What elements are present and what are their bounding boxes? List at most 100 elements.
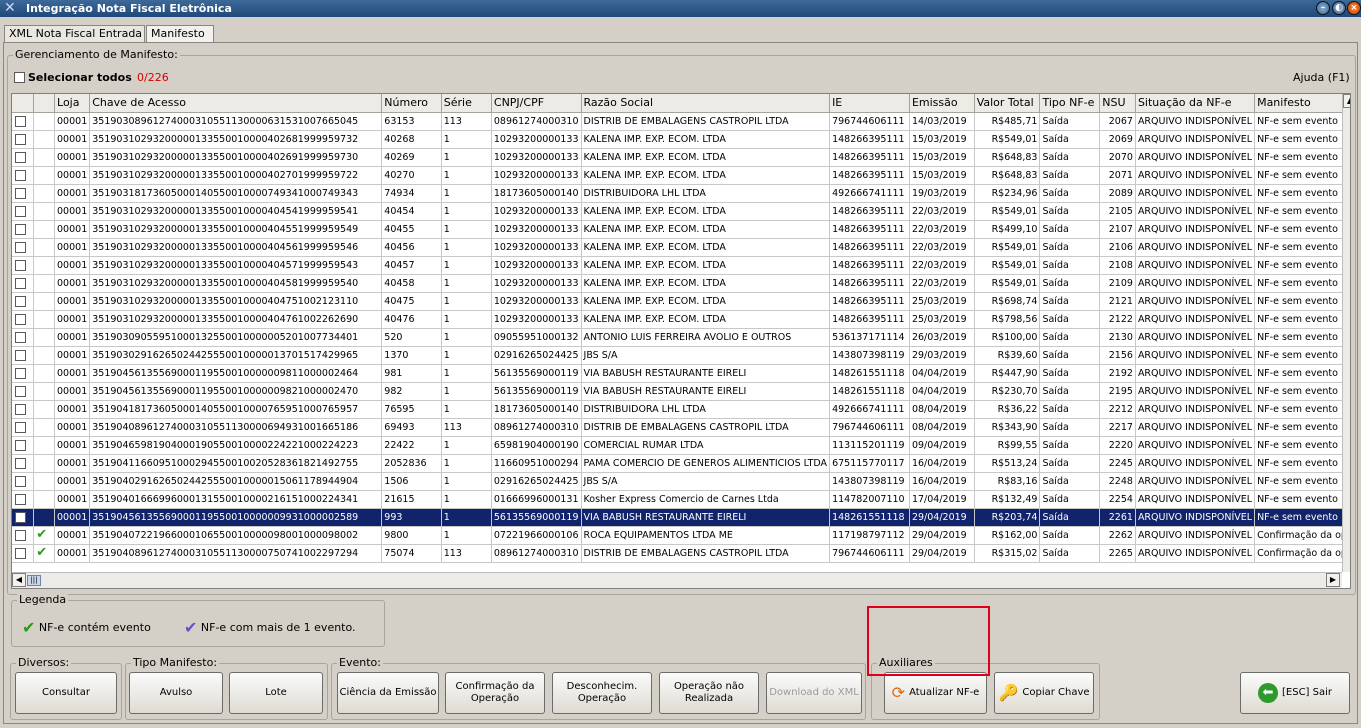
tab-xml-nota-fiscal-entrada[interactable]: XML Nota Fiscal Entrada — [4, 25, 145, 42]
column-header-5[interactable]: Série — [441, 94, 492, 113]
row-checkbox[interactable] — [15, 439, 26, 451]
row-checkbox[interactable] — [15, 385, 26, 397]
row-checkbox[interactable] — [15, 151, 26, 163]
horizontal-scrollbar[interactable]: ◀ ||| ▶ — [12, 572, 1342, 588]
scroll-right-icon[interactable]: ▶ — [1326, 573, 1340, 587]
ciencia-emissao-button[interactable]: Ciência da Emissão — [337, 672, 439, 714]
column-header-4[interactable]: Número — [381, 94, 442, 113]
row-checkbox-cell[interactable] — [12, 418, 35, 437]
row-checkbox-cell[interactable] — [12, 544, 35, 563]
table-row[interactable]: 00001 35190310293200000133550010000402691… — [12, 148, 1350, 167]
row-checkbox-cell[interactable] — [12, 328, 35, 347]
download-xml-button[interactable]: Download do XML — [766, 672, 862, 714]
select-all-box[interactable] — [14, 72, 25, 83]
table-row[interactable]: 00001 35190309055951000132550010000005201… — [12, 328, 1350, 347]
row-checkbox-cell[interactable] — [12, 454, 35, 473]
column-header-13[interactable]: Situação da NF-e — [1135, 94, 1256, 113]
row-checkbox-cell[interactable] — [12, 364, 35, 383]
minimize-button[interactable]: – — [1316, 1, 1330, 15]
table-row[interactable]: 00001 35190310293200000133550010000404551… — [12, 220, 1350, 239]
row-checkbox[interactable] — [15, 115, 26, 127]
column-header-0[interactable] — [12, 94, 35, 113]
table-row[interactable]: 00001 35190408961274000310551130000694931… — [12, 418, 1350, 437]
row-checkbox-cell[interactable] — [12, 436, 35, 455]
scroll-left-icon[interactable]: ◀ — [12, 573, 26, 587]
row-checkbox[interactable] — [15, 169, 26, 181]
table-row[interactable]: 00001 35190401666996000131550010000216151… — [12, 490, 1350, 509]
row-checkbox[interactable] — [15, 187, 26, 199]
row-checkbox[interactable] — [15, 277, 26, 289]
column-header-6[interactable]: CNPJ/CPF — [491, 94, 582, 113]
close-button[interactable]: × — [1347, 1, 1361, 15]
column-header-8[interactable]: IE — [829, 94, 910, 113]
column-header-1[interactable] — [33, 94, 56, 113]
vertical-scrollbar[interactable]: ▲ — [1342, 94, 1350, 572]
table-row[interactable]: 00001 35190310293200000133550010000404541… — [12, 202, 1350, 221]
sair-button[interactable]: ⬅ [ESC] Sair — [1240, 672, 1350, 714]
atualizar-nfe-button[interactable]: ⟳ Atualizar NF-e — [884, 672, 987, 714]
row-checkbox-cell[interactable] — [12, 346, 35, 365]
row-checkbox-cell[interactable] — [12, 256, 35, 275]
row-checkbox-cell[interactable] — [12, 400, 35, 419]
row-checkbox-cell[interactable] — [12, 310, 35, 329]
column-header-9[interactable]: Emissão — [909, 94, 975, 113]
row-checkbox-cell[interactable] — [12, 220, 35, 239]
row-checkbox[interactable] — [15, 493, 26, 505]
row-checkbox[interactable] — [15, 529, 26, 541]
row-checkbox[interactable] — [15, 241, 26, 253]
row-checkbox[interactable] — [15, 259, 26, 271]
row-checkbox[interactable] — [15, 457, 26, 469]
row-checkbox-cell[interactable] — [12, 472, 35, 491]
consultar-button[interactable]: Consultar — [15, 672, 117, 714]
tab-manifesto[interactable]: Manifesto — [146, 25, 214, 43]
row-checkbox[interactable] — [15, 295, 26, 307]
row-checkbox[interactable] — [15, 313, 26, 325]
horizontal-scroll-thumb[interactable]: ||| — [27, 575, 41, 586]
row-checkbox[interactable] — [15, 547, 26, 559]
row-checkbox-cell[interactable] — [12, 508, 35, 527]
row-checkbox-cell[interactable] — [12, 112, 35, 131]
row-checkbox-cell[interactable] — [12, 490, 35, 509]
restore-button[interactable]: ◐ — [1332, 1, 1346, 15]
table-row[interactable]: 00001 35190318173605000140550010000749341… — [12, 184, 1350, 203]
row-checkbox[interactable] — [15, 367, 26, 379]
row-checkbox[interactable] — [15, 223, 26, 235]
row-checkbox[interactable] — [15, 331, 26, 343]
row-checkbox-cell[interactable] — [12, 166, 35, 185]
row-checkbox-cell[interactable] — [12, 202, 35, 221]
row-checkbox-cell[interactable] — [12, 238, 35, 257]
table-row[interactable]: 00001 35190302916265024425550010000013701… — [12, 346, 1350, 365]
row-checkbox[interactable] — [15, 133, 26, 145]
row-checkbox-cell[interactable] — [12, 274, 35, 293]
row-checkbox[interactable] — [15, 205, 26, 217]
table-row[interactable]: 00001 35190310293200000133550010000404751… — [12, 292, 1350, 311]
table-row[interactable]: 00001 35190418173605000140550010000765951… — [12, 400, 1350, 419]
table-row[interactable]: 00001 35190402916265024425550010000015061… — [12, 472, 1350, 491]
scroll-up-icon[interactable]: ▲ — [1343, 94, 1350, 108]
table-row[interactable]: 00001 35190310293200000133550010000402701… — [12, 166, 1350, 185]
help-link[interactable]: Ajuda (F1) — [1293, 71, 1350, 84]
lote-button[interactable]: Lote — [229, 672, 323, 714]
operacao-nao-realizada-button[interactable]: Operação não Realizada — [659, 672, 759, 714]
table-row[interactable]: 00001 35190456135569000119550010000009931… — [12, 508, 1350, 527]
row-checkbox-cell[interactable] — [12, 130, 35, 149]
column-header-14[interactable]: Manifesto — [1254, 94, 1350, 113]
table-row[interactable]: 00001 35190456135569000119550010000009811… — [12, 364, 1350, 383]
table-row[interactable]: 00001 35190310293200000133550010000404581… — [12, 274, 1350, 293]
table-row[interactable]: 00001 35190310293200000133550010000404561… — [12, 238, 1350, 257]
row-checkbox[interactable] — [15, 403, 26, 415]
table-row[interactable]: 00001 35190456135569000119550010000009821… — [12, 382, 1350, 401]
row-checkbox[interactable] — [15, 511, 26, 523]
copiar-chave-button[interactable]: 🔑 Copiar Chave — [994, 672, 1094, 714]
row-checkbox-cell[interactable] — [12, 292, 35, 311]
column-header-12[interactable]: NSU — [1099, 94, 1136, 113]
row-checkbox[interactable] — [15, 349, 26, 361]
row-checkbox-cell[interactable] — [12, 184, 35, 203]
table-row[interactable]: 00001 35190465981904000190550010000224221… — [12, 436, 1350, 455]
nfe-grid[interactable]: Loja Chave de Acesso Número Série CNPJ/CPF Ra… — [11, 93, 1351, 589]
column-header-2[interactable]: Loja — [54, 94, 91, 113]
table-row[interactable]: 00001 35190308961274000310551130000631531… — [12, 112, 1350, 131]
row-checkbox-cell[interactable] — [12, 382, 35, 401]
table-row[interactable]: 00001 35190411660951000294550010020528361… — [12, 454, 1350, 473]
column-header-11[interactable]: Tipo NF-e — [1039, 94, 1101, 113]
